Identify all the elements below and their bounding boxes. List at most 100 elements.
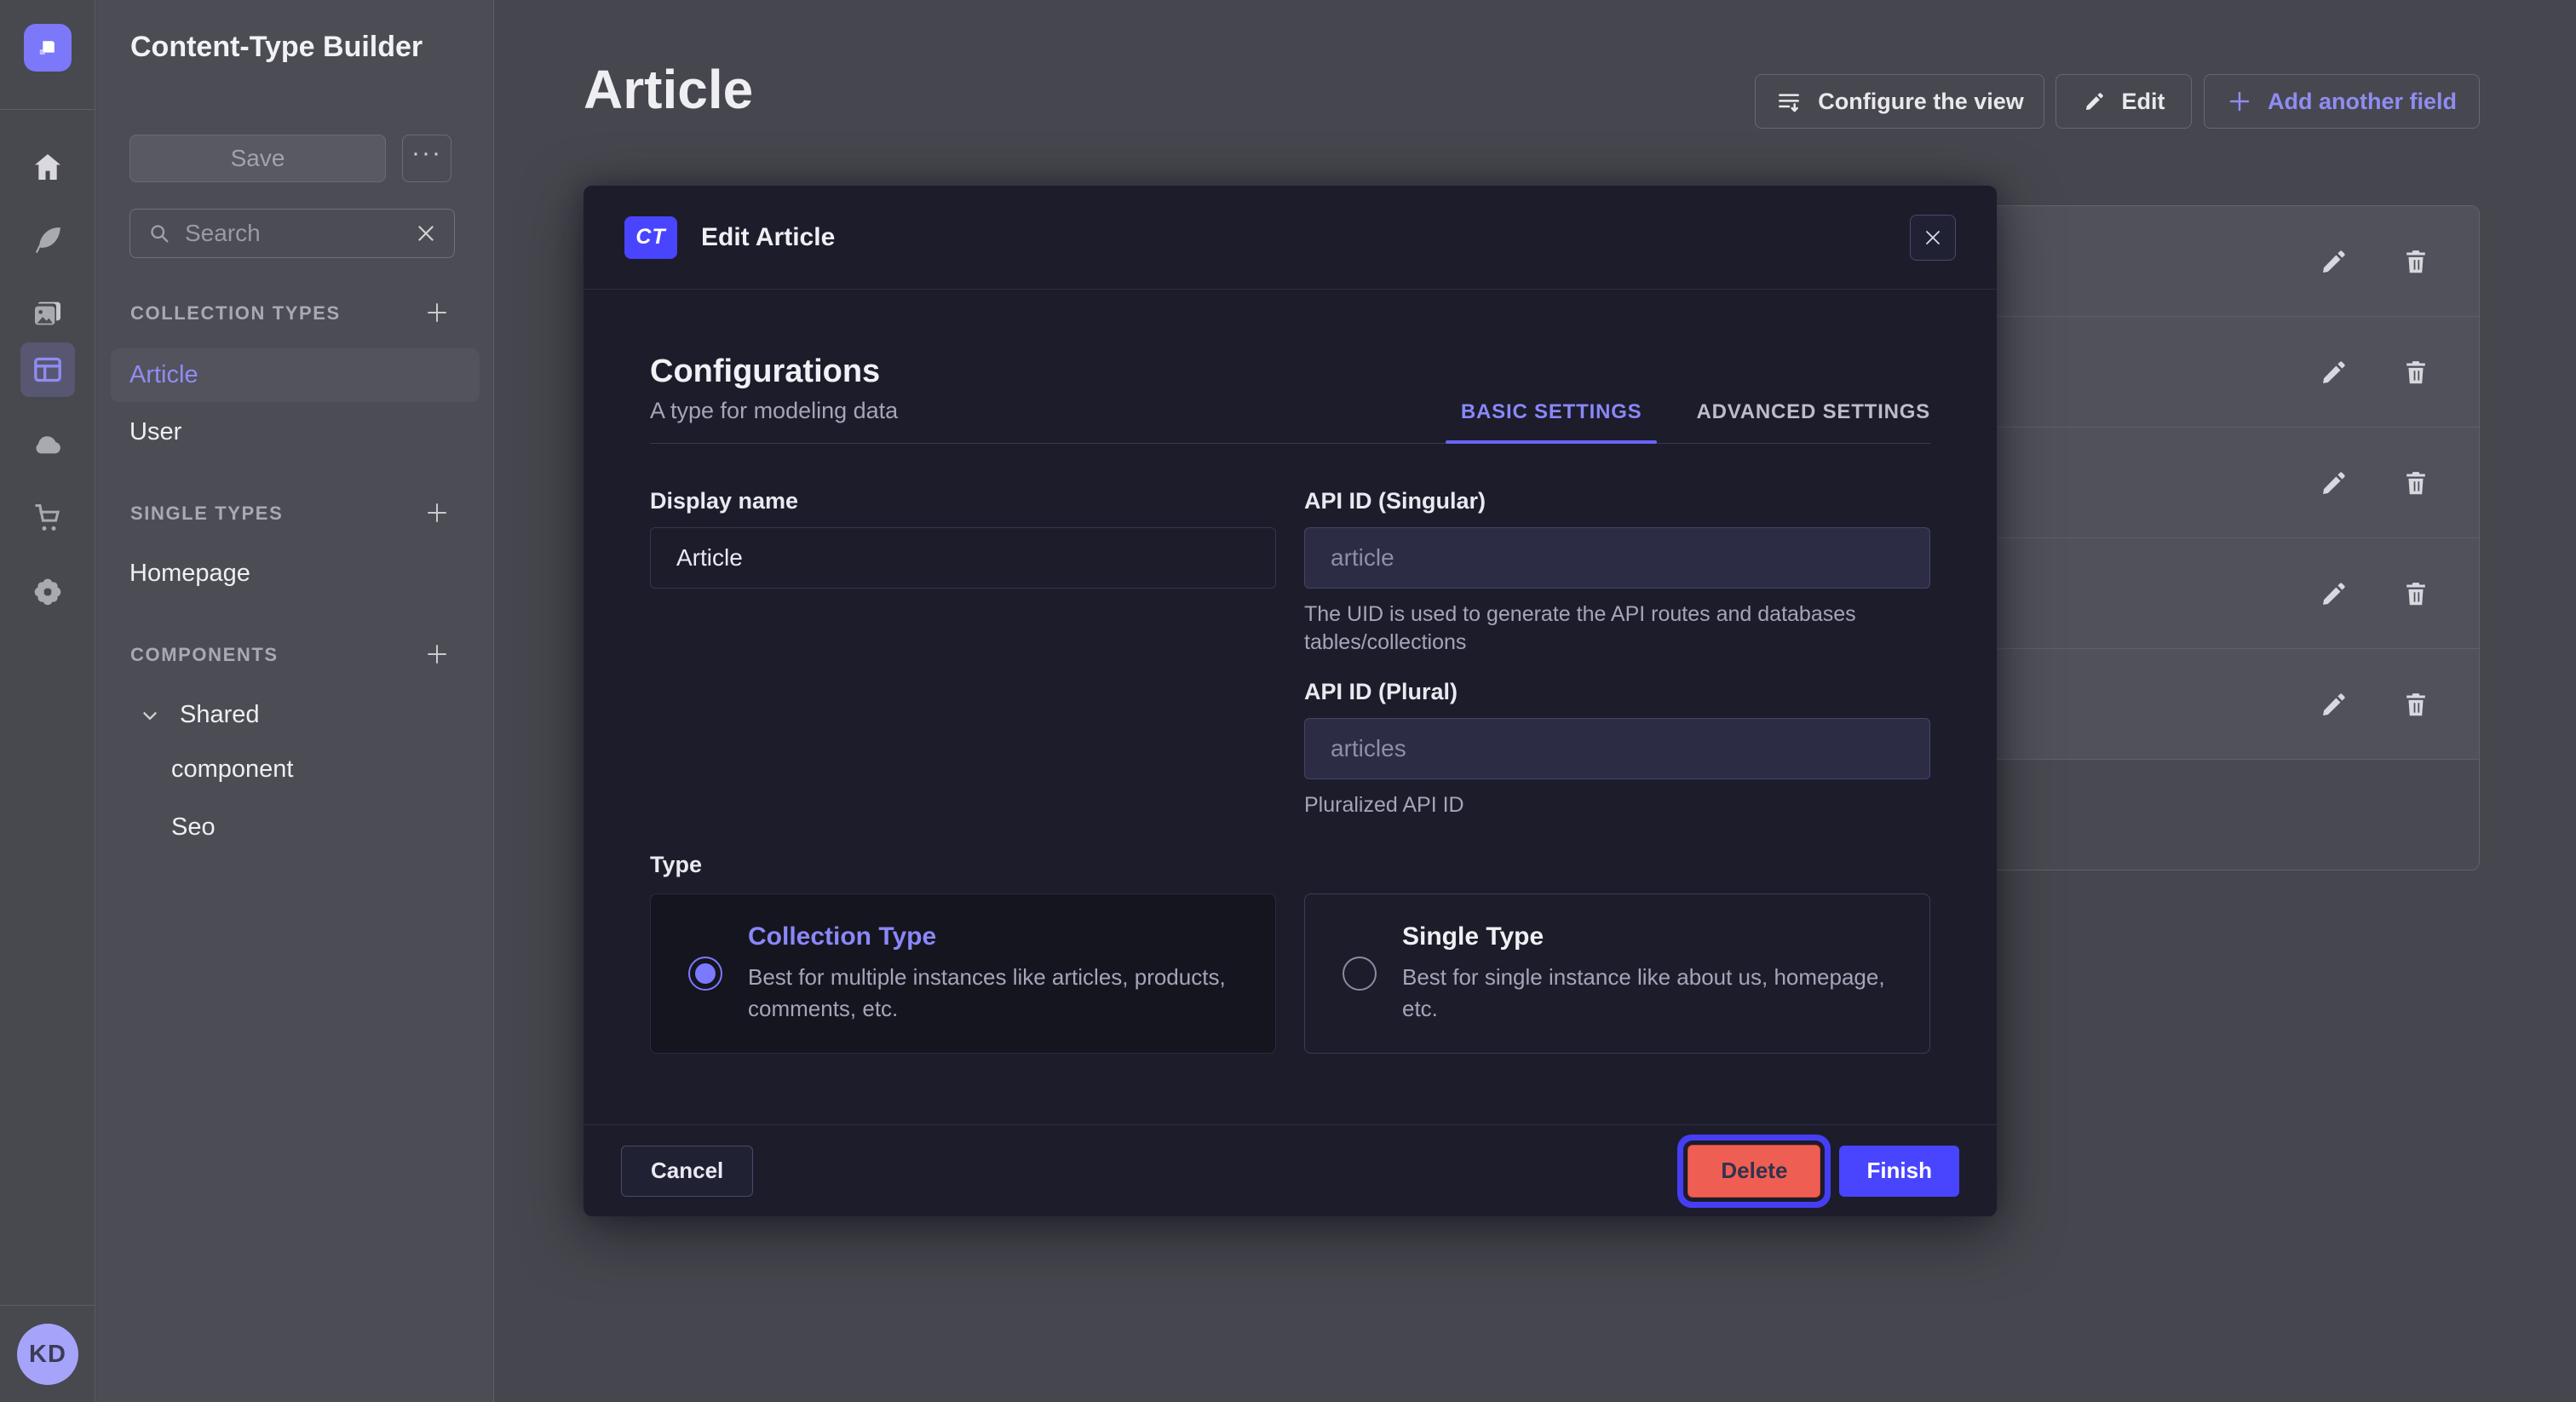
row-edit-button[interactable] bbox=[2310, 570, 2358, 618]
nav-content-type-builder-icon[interactable] bbox=[20, 342, 75, 397]
row-delete-button[interactable] bbox=[2392, 681, 2440, 728]
display-name-input[interactable] bbox=[650, 527, 1276, 589]
add-single-type-button[interactable] bbox=[418, 494, 456, 531]
api-id-plural-field: API ID (Plural) Pluralized API ID bbox=[1304, 677, 1930, 819]
strapi-logo[interactable] bbox=[24, 24, 72, 72]
nav-home-icon[interactable] bbox=[20, 140, 75, 194]
sidebar-item-homepage[interactable]: Homepage bbox=[129, 547, 250, 600]
component-group-shared[interactable]: Shared bbox=[139, 688, 260, 742]
collection-type-card[interactable]: Collection Type Best for multiple instan… bbox=[650, 893, 1276, 1054]
edit-button[interactable]: Edit bbox=[2056, 74, 2192, 129]
user-avatar[interactable]: KD bbox=[17, 1324, 78, 1385]
api-id-plural-hint: Pluralized API ID bbox=[1304, 791, 1883, 819]
delete-button[interactable]: Delete bbox=[1688, 1145, 1820, 1198]
single-type-description: Best for single instance like about us, … bbox=[1402, 962, 1892, 1025]
group-label: Shared bbox=[180, 701, 260, 729]
add-another-field-label: Add another field bbox=[2268, 89, 2457, 115]
modal-footer: Cancel Delete Finish bbox=[584, 1124, 1997, 1216]
row-delete-button[interactable] bbox=[2392, 570, 2440, 618]
radio-selected-icon[interactable] bbox=[688, 957, 722, 991]
modal-title: Edit Article bbox=[701, 223, 835, 252]
finish-button[interactable]: Finish bbox=[1839, 1146, 1959, 1197]
row-delete-button[interactable] bbox=[2392, 459, 2440, 507]
api-id-singular-input[interactable] bbox=[1304, 527, 1930, 589]
api-id-singular-label: API ID (Singular) bbox=[1304, 486, 1930, 515]
api-id-plural-label: API ID (Plural) bbox=[1304, 677, 1930, 706]
configure-view-button[interactable]: Configure the view bbox=[1755, 74, 2044, 129]
configurations-title: Configurations bbox=[650, 353, 898, 390]
add-another-field-button[interactable]: Add another field bbox=[2204, 74, 2480, 129]
chevron-down-icon bbox=[139, 704, 161, 727]
collection-type-description: Best for multiple instances like article… bbox=[748, 962, 1238, 1025]
row-delete-button[interactable] bbox=[2392, 348, 2440, 396]
add-component-button[interactable] bbox=[418, 635, 456, 673]
api-id-singular-field: API ID (Singular) The UID is used to gen… bbox=[1304, 486, 1930, 657]
configurations-header: Configurations A type for modeling data … bbox=[650, 353, 1930, 444]
tab-basic-settings[interactable]: BASIC SETTINGS bbox=[1461, 400, 1642, 424]
sidebar-item-article[interactable]: Article bbox=[111, 348, 480, 402]
sidebar-item-user[interactable]: User bbox=[129, 405, 181, 459]
nav-media-library-icon[interactable] bbox=[20, 286, 75, 341]
rail-divider-top bbox=[0, 109, 95, 110]
row-delete-button[interactable] bbox=[2392, 238, 2440, 285]
cancel-button[interactable]: Cancel bbox=[621, 1146, 753, 1197]
page-title: Article bbox=[584, 58, 753, 121]
edit-label: Edit bbox=[2122, 89, 2165, 115]
sidebar-item-label: User bbox=[129, 418, 181, 446]
main-nav-rail: KD bbox=[0, 0, 95, 1402]
sidebar-item-label: Article bbox=[129, 361, 198, 389]
search-icon bbox=[147, 221, 171, 245]
configurations-form: Display name API ID (Singular) The UID i… bbox=[650, 486, 1930, 819]
add-collection-type-button[interactable] bbox=[418, 294, 456, 331]
display-name-field: Display name bbox=[650, 486, 1276, 657]
rail-divider-bottom bbox=[0, 1305, 95, 1306]
clear-search-icon[interactable] bbox=[415, 222, 437, 244]
collection-types-heading: COLLECTION TYPES bbox=[130, 302, 341, 325]
sidebar-item-component[interactable]: component bbox=[171, 743, 294, 796]
api-id-plural-input[interactable] bbox=[1304, 718, 1930, 779]
tab-advanced-settings[interactable]: ADVANCED SETTINGS bbox=[1696, 400, 1930, 424]
row-edit-button[interactable] bbox=[2310, 681, 2358, 728]
row-edit-button[interactable] bbox=[2310, 238, 2358, 285]
sidebar-item-label: Homepage bbox=[129, 560, 250, 588]
more-options-button[interactable]: ··· bbox=[402, 135, 451, 182]
modal-body: Configurations A type for modeling data … bbox=[584, 353, 1997, 1054]
single-type-title: Single Type bbox=[1402, 922, 1892, 951]
settings-tabs: BASIC SETTINGS ADVANCED SETTINGS bbox=[1461, 400, 1930, 443]
display-name-label: Display name bbox=[650, 486, 1276, 515]
api-id-singular-hint: The UID is used to generate the API rout… bbox=[1304, 600, 1883, 657]
type-options: Collection Type Best for multiple instan… bbox=[650, 893, 1930, 1054]
plugin-sidebar: Content-Type Builder Save ··· COLLECTION… bbox=[96, 0, 494, 1402]
nav-cloud-icon[interactable] bbox=[20, 417, 75, 471]
close-modal-button[interactable] bbox=[1910, 215, 1956, 261]
content-type-badge: CT bbox=[624, 216, 677, 259]
close-icon bbox=[1923, 227, 1943, 248]
single-type-card[interactable]: Single Type Best for single instance lik… bbox=[1304, 893, 1930, 1054]
configure-list-icon bbox=[1775, 88, 1803, 115]
sidebar-title: Content-Type Builder bbox=[130, 31, 423, 64]
plus-icon bbox=[2227, 89, 2252, 114]
pencil-icon bbox=[2083, 89, 2107, 113]
nav-marketplace-icon[interactable] bbox=[20, 491, 75, 545]
radio-unselected-icon[interactable] bbox=[1343, 957, 1377, 991]
sidebar-item-label: Seo bbox=[171, 813, 216, 842]
search-input[interactable] bbox=[185, 220, 401, 247]
row-edit-button[interactable] bbox=[2310, 459, 2358, 507]
single-types-heading: SINGLE TYPES bbox=[130, 503, 283, 525]
save-button[interactable]: Save bbox=[129, 135, 386, 182]
collection-type-title: Collection Type bbox=[748, 922, 1238, 951]
search-box[interactable] bbox=[129, 209, 455, 258]
configure-view-label: Configure the view bbox=[1818, 89, 2024, 115]
type-section-label: Type bbox=[650, 852, 1930, 878]
components-heading: COMPONENTS bbox=[130, 644, 279, 666]
row-edit-button[interactable] bbox=[2310, 348, 2358, 396]
edit-article-modal: CT Edit Article Configurations A type fo… bbox=[584, 186, 1997, 1216]
footer-actions: Delete Finish bbox=[1688, 1145, 1959, 1198]
modal-header: CT Edit Article bbox=[584, 186, 1997, 290]
configurations-subtitle: A type for modeling data bbox=[650, 397, 898, 443]
nav-settings-icon[interactable] bbox=[20, 565, 75, 619]
sidebar-item-label: component bbox=[171, 756, 294, 784]
ellipsis-icon: ··· bbox=[411, 139, 442, 168]
sidebar-item-seo[interactable]: Seo bbox=[171, 801, 216, 854]
nav-content-icon[interactable] bbox=[20, 213, 75, 267]
